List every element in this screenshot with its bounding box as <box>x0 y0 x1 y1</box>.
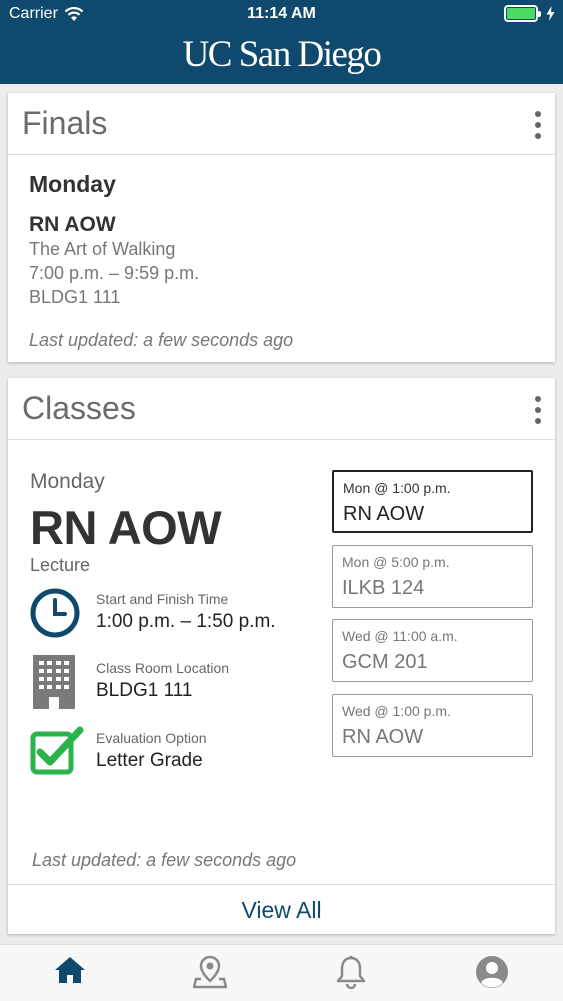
slot-time: Wed @ 11:00 a.m. <box>342 628 458 644</box>
finals-course-name: The Art of Walking <box>29 239 176 259</box>
classes-course-code: RN AOW <box>30 501 222 554</box>
time-label: Start and Finish Time <box>96 591 229 607</box>
home-icon <box>55 957 85 983</box>
tab-notifications[interactable] <box>331 955 371 995</box>
clock-icon <box>30 588 80 638</box>
charging-bolt-icon <box>546 6 555 21</box>
finals-day: Monday <box>29 171 116 197</box>
tab-map[interactable] <box>190 955 230 995</box>
classes-day: Monday <box>30 470 105 493</box>
building-icon <box>33 655 75 709</box>
top-bar: Carrier 11:14 AM UC San Diego <box>0 0 563 84</box>
slot-location: ILKB 124 <box>342 577 425 599</box>
slot-time: Mon @ 1:00 p.m. <box>343 480 451 496</box>
view-all-button[interactable]: View All <box>8 884 555 934</box>
bell-icon <box>336 955 366 989</box>
finals-card: Finals Monday RN AOW The Art of Walking … <box>8 93 555 362</box>
finals-location: BLDG1 111 <box>29 287 121 307</box>
tab-profile[interactable] <box>472 955 512 995</box>
classes-meeting-type: Lecture <box>30 555 91 575</box>
schedule-slot-wed-11am[interactable]: Wed @ 11:00 a.m. GCM 201 <box>332 619 533 682</box>
finals-more-options-icon[interactable] <box>533 111 543 139</box>
evaluation-value: Letter Grade <box>96 750 203 771</box>
room-value: BLDG1 111 <box>96 680 193 701</box>
battery-group <box>504 5 555 22</box>
battery-icon <box>504 5 541 22</box>
evaluation-label: Evaluation Option <box>96 730 207 746</box>
map-pin-icon <box>193 955 227 989</box>
tab-bar <box>0 944 563 1001</box>
ucsd-logo: UC San Diego <box>182 34 382 75</box>
profile-icon <box>476 956 508 988</box>
finals-last-updated: Last updated: a few seconds ago <box>29 330 294 350</box>
slot-location: GCM 201 <box>342 651 428 673</box>
status-bar: Carrier 11:14 AM <box>0 5 563 27</box>
finals-course-code: RN AOW <box>29 213 116 236</box>
slot-location: RN AOW <box>342 726 424 748</box>
finals-card-header: Finals <box>8 93 555 155</box>
finals-time: 7:00 p.m. – 9:59 p.m. <box>29 263 200 283</box>
classes-last-updated: Last updated: a few seconds ago <box>32 850 297 870</box>
schedule-slot-wed-1pm[interactable]: Wed @ 1:00 p.m. RN AOW <box>332 694 533 757</box>
classes-title: Classes <box>22 390 136 426</box>
status-time: 11:14 AM <box>247 5 316 22</box>
schedule-slot-mon-1pm[interactable]: Mon @ 1:00 p.m. RN AOW <box>332 470 533 533</box>
tab-home[interactable] <box>50 955 90 995</box>
room-label: Class Room Location <box>96 660 230 676</box>
schedule-slot-mon-5pm[interactable]: Mon @ 5:00 p.m. ILKB 124 <box>332 545 533 608</box>
finals-title: Finals <box>22 105 108 141</box>
classes-more-options-icon[interactable] <box>533 396 543 424</box>
time-value: 1:00 p.m. – 1:50 p.m. <box>96 611 276 632</box>
slot-location: RN AOW <box>343 503 425 525</box>
slot-time: Mon @ 5:00 p.m. <box>342 554 450 570</box>
classes-card: Classes Monday RN AOW Lecture Start and … <box>8 378 555 934</box>
classes-card-header: Classes <box>8 378 555 440</box>
checkbox-checked-icon <box>30 726 84 775</box>
slot-time: Wed @ 1:00 p.m. <box>342 703 451 719</box>
